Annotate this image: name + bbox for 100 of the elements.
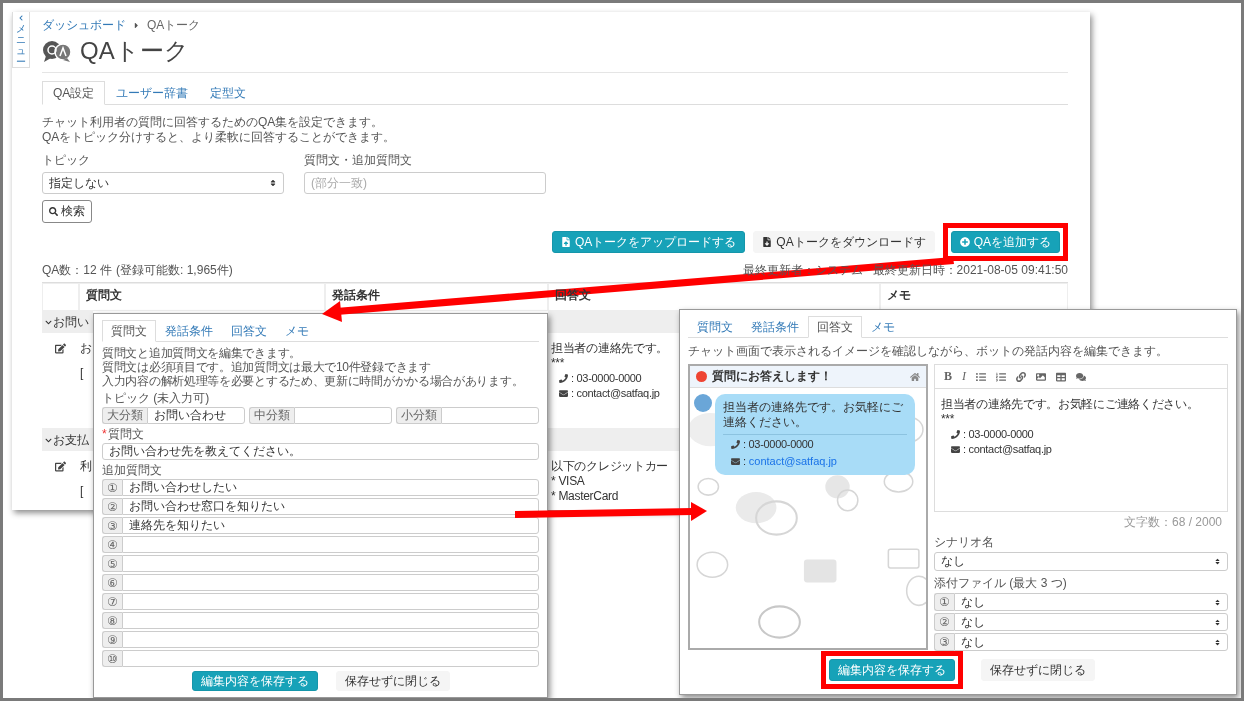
- field-label: トピック (未入力可): [102, 391, 211, 405]
- attachment-select[interactable]: なし: [954, 593, 1228, 611]
- tab[interactable]: 質問文: [688, 316, 742, 338]
- character-count: 文字数：68 / 2000: [1123, 514, 1223, 531]
- tab[interactable]: 定型文: [199, 81, 258, 105]
- italic-button[interactable]: I: [962, 369, 966, 384]
- search-field[interactable]: (部分一致): [304, 172, 546, 194]
- additional-question-field[interactable]: [122, 612, 539, 629]
- close-button[interactable]: 保存せずに閉じる: [335, 671, 450, 691]
- download-button[interactable]: QAトークをダウンロードす: [753, 231, 935, 253]
- additional-question-field[interactable]: [122, 574, 539, 591]
- breadcrumb-current: QAトーク: [147, 18, 201, 33]
- group-row[interactable]: お支払: [42, 429, 93, 451]
- question-text: 利: [80, 459, 92, 474]
- sort-icon: [1214, 638, 1221, 646]
- speech-bubbles-icon: [42, 39, 72, 63]
- topic-select[interactable]: 指定しない: [42, 172, 284, 194]
- side-menu-tab[interactable]: メニュー: [12, 12, 30, 68]
- row-number: ⑤: [102, 555, 122, 572]
- caret-icon: [132, 21, 141, 30]
- sort-icon: [269, 179, 277, 187]
- bullets-icon[interactable]: [976, 371, 986, 382]
- bot-icon: [696, 371, 707, 382]
- link-icon[interactable]: [1016, 371, 1026, 382]
- edit-icon: [55, 343, 66, 354]
- contact-text: : 03-0000-0000: [743, 437, 814, 452]
- column-header: 発話条件: [332, 288, 380, 303]
- row-number: ③: [102, 517, 122, 534]
- table-icon[interactable]: [1056, 371, 1066, 382]
- scenario-select[interactable]: なし: [934, 552, 1228, 571]
- description-text: チャット画面で表示されるイメージを確認しながら、ボットの発話内容を編集できます。: [688, 344, 1169, 358]
- contact-text: : contact@satfaq.jp: [963, 442, 1052, 457]
- contact-text: : 03-0000-0000: [963, 427, 1034, 442]
- row-number: ③: [934, 633, 954, 651]
- topic-field[interactable]: [441, 407, 539, 424]
- field-label: 追加質問文: [102, 463, 163, 477]
- tab[interactable]: メモ: [276, 320, 318, 342]
- additional-question-field[interactable]: [122, 536, 539, 553]
- tab[interactable]: QA設定: [42, 81, 106, 105]
- description-text: チャット利用者の質問に回答するためのQA集を設定できます。: [42, 115, 385, 130]
- home-icon: [910, 371, 920, 382]
- close-button[interactable]: 保存せずに閉じる: [981, 659, 1095, 681]
- additional-question-field[interactable]: お問い合わせ窓口を知りたい: [122, 498, 539, 515]
- row-number: ⑩: [102, 650, 122, 667]
- chevron-down-icon: [45, 436, 52, 444]
- answer-text: * VISA: [551, 474, 585, 489]
- additional-question-field[interactable]: お問い合わせしたい: [122, 479, 539, 496]
- tab[interactable]: 質問文: [102, 320, 156, 342]
- topic-field[interactable]: お問い合わせ: [147, 407, 245, 424]
- additional-question-field[interactable]: [122, 650, 539, 667]
- avatar: [694, 394, 712, 412]
- qa-count: QA数：12 件: [42, 263, 113, 278]
- tab[interactable]: 発話条件: [742, 316, 808, 338]
- additional-question-field[interactable]: [122, 631, 539, 648]
- image-icon[interactable]: [1036, 371, 1046, 382]
- row-number: ②: [934, 613, 954, 631]
- envelope-icon: [731, 457, 740, 466]
- tab[interactable]: 発話条件: [156, 320, 222, 342]
- attachment-select[interactable]: なし: [954, 633, 1228, 651]
- tab[interactable]: ユーザー辞書: [105, 81, 200, 105]
- sort-icon: [1214, 618, 1221, 626]
- question-field[interactable]: お問い合わせ先を教えてください。: [102, 443, 539, 460]
- phone-icon: [951, 430, 960, 439]
- field-addon: 中分類: [249, 407, 294, 424]
- field-addon: 大分類: [102, 407, 147, 424]
- tab[interactable]: 回答文: [808, 316, 862, 338]
- bold-button[interactable]: B: [944, 369, 952, 384]
- rich-text-editor[interactable]: B I 担当者の連絡先です。お気軽にご連絡ください。 *** : 03-0000-0000 : contact@satfaq.jp: [934, 364, 1228, 512]
- answer-text: 担当者の連絡先です。: [551, 341, 668, 356]
- question-text: [: [80, 484, 84, 499]
- comments-icon[interactable]: [1076, 371, 1086, 382]
- answer-text: * MasterCard: [551, 489, 619, 504]
- field-label: 質問文・追加質問文: [304, 153, 413, 168]
- contact-text: : contact@satfaq.jp: [571, 386, 660, 401]
- chat-bubble: 担当者の連絡先です。お気軽にご連絡ください。 : 03-0000-0000 : contact@satfaq.jp: [715, 394, 915, 475]
- row-number: ⑥: [102, 574, 122, 591]
- phone-icon: [559, 374, 568, 383]
- column-header: 質問文: [86, 288, 122, 303]
- field-label: トピック: [42, 153, 91, 168]
- phone-icon: [731, 440, 740, 449]
- field-label: 質問文: [107, 427, 144, 441]
- tab[interactable]: メモ: [862, 316, 904, 338]
- additional-question-field[interactable]: [122, 555, 539, 572]
- description-text: 質問文と追加質問文を編集できます。: [102, 346, 302, 360]
- group-row[interactable]: お問い: [42, 311, 93, 333]
- field-label: シナリオ名: [934, 535, 995, 549]
- numbers-icon[interactable]: [996, 371, 1006, 382]
- question-text: [: [80, 366, 84, 381]
- row-number: ⑧: [102, 612, 122, 629]
- envelope-icon: [559, 389, 568, 398]
- breadcrumb-link[interactable]: ダッシュボード: [42, 18, 126, 33]
- row-number: ⑦: [102, 593, 122, 610]
- tab[interactable]: 回答文: [222, 320, 276, 342]
- search-button[interactable]: 検索: [42, 200, 92, 223]
- chevron-left-icon: [17, 15, 25, 21]
- contact-text: : 03-0000-0000: [571, 371, 642, 386]
- additional-question-field[interactable]: 連絡先を知りたい: [122, 517, 539, 534]
- additional-question-field[interactable]: [122, 593, 539, 610]
- attachment-select[interactable]: なし: [954, 613, 1228, 631]
- topic-field[interactable]: [294, 407, 392, 424]
